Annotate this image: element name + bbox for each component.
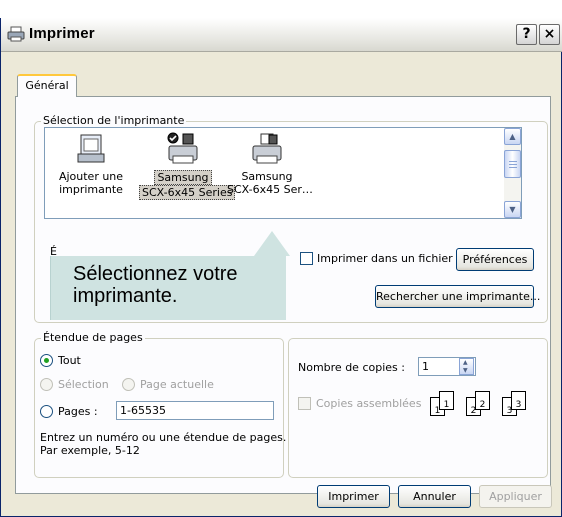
- printer-list-scrollbar[interactable]: ▲ ▼: [504, 128, 521, 218]
- pages-label: Pages :: [58, 405, 98, 418]
- callout-text: Sélectionnez votre imprimante.: [73, 263, 238, 307]
- printer-item-label: Samsung: [241, 170, 293, 183]
- scroll-thumb[interactable]: [504, 150, 521, 178]
- tab-general[interactable]: Général: [17, 74, 77, 97]
- copies-spinner[interactable]: ▲ ▼: [459, 358, 474, 375]
- printer-item-label: Samsung: [154, 170, 212, 185]
- printer-icon: [252, 133, 282, 164]
- help-button[interactable]: ?: [516, 24, 537, 45]
- general-tab-panel: Sélection de l'imprimante Ajouter une im…: [15, 96, 551, 494]
- printer-selection-label: Sélection de l'imprimante: [41, 114, 187, 127]
- printer-app-icon: [7, 26, 25, 42]
- scroll-down-arrow-icon[interactable]: ▼: [504, 201, 521, 218]
- printer-item-samsung-selected[interactable]: Samsung SCX-6x45 Series: [139, 132, 236, 200]
- printer-item-label: imprimante: [59, 183, 123, 196]
- preferences-button[interactable]: Préférences: [456, 248, 534, 271]
- callout-pointer: [254, 231, 290, 256]
- printer-item-add[interactable]: Ajouter une imprimante: [51, 132, 131, 196]
- print-to-file-label: Imprimer dans un fichier: [317, 252, 453, 265]
- printer-list[interactable]: Ajouter une imprimante Samsung SCX-6x45 …: [44, 127, 522, 219]
- copies-count-label: Nombre de copies :: [298, 361, 405, 374]
- collate-page: 1: [439, 391, 454, 410]
- pages-range-input[interactable]: 1-65535: [116, 401, 274, 420]
- find-printer-button[interactable]: Rechercher une imprimante...: [375, 285, 540, 308]
- window-title: Imprimer: [29, 25, 95, 42]
- print-button[interactable]: Imprimer: [317, 485, 390, 508]
- add-printer-icon: [77, 134, 105, 163]
- radio-pages[interactable]: [40, 405, 53, 418]
- printer-item-label: SCX-6x45 Series: [139, 185, 236, 200]
- callout-annotation: Sélectionnez votre imprimante.: [50, 231, 290, 320]
- title-bar[interactable]: Imprimer ? ×: [1, 18, 562, 52]
- printer-item-label: SCX-6x45 Ser…: [227, 183, 313, 196]
- current-page-label: Page actuelle: [140, 378, 214, 391]
- collate-page: 2: [475, 391, 490, 410]
- printer-item-label: Ajouter une: [58, 170, 124, 183]
- collate-label: Copies assemblées: [316, 397, 422, 410]
- print-to-file-checkbox[interactable]: [300, 252, 313, 265]
- page-range-help-line2: Par exemple, 5-12: [40, 444, 140, 457]
- page-range-label: Étendue de pages: [41, 331, 145, 344]
- close-button[interactable]: ×: [539, 24, 560, 45]
- cancel-button[interactable]: Annuler: [398, 485, 471, 508]
- apply-button[interactable]: Appliquer: [479, 485, 552, 508]
- default-printer-icon: [167, 132, 198, 164]
- page-range-help-line1: Entrez un numéro ou une étendue de pages…: [40, 431, 287, 444]
- scroll-up-arrow-icon[interactable]: ▲: [504, 128, 521, 145]
- printer-item-samsung-2[interactable]: Samsung SCX-6x45 Ser…: [225, 132, 313, 196]
- collate-checkbox[interactable]: [298, 397, 311, 410]
- radio-all-pages[interactable]: [40, 354, 53, 367]
- all-pages-label: Tout: [58, 354, 81, 367]
- print-dialog: Imprimer ? × Général Sélection de l'impr…: [0, 18, 562, 517]
- selection-label: Sélection: [58, 378, 109, 391]
- radio-selection[interactable]: [40, 378, 53, 391]
- collate-page: 3: [511, 391, 526, 410]
- radio-current-page[interactable]: [122, 378, 135, 391]
